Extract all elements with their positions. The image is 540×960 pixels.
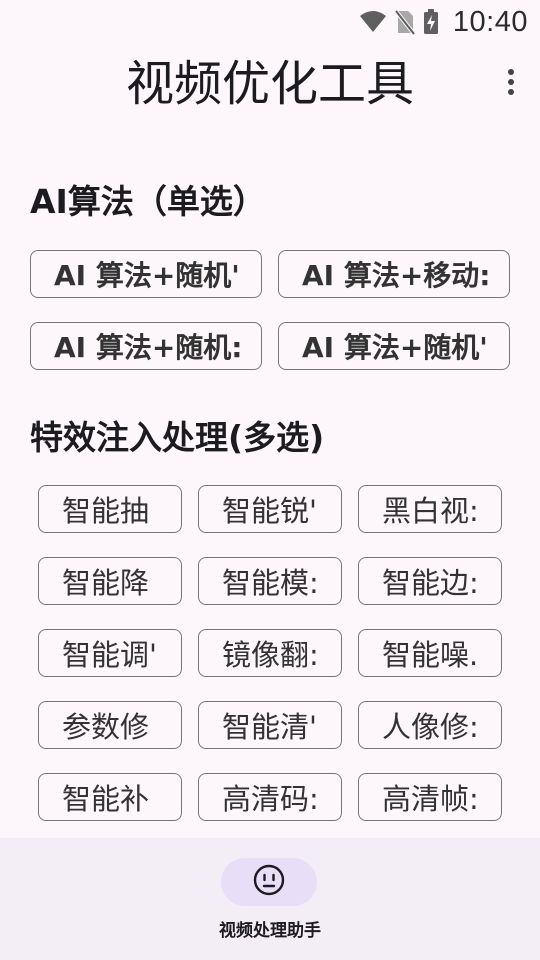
battery-charging-icon: [423, 9, 439, 35]
effect-chip-12[interactable]: 人像修:: [358, 701, 502, 749]
effect-chip-label: 人像修:: [382, 710, 479, 744]
effect-chip-5[interactable]: 智能模:: [198, 557, 342, 605]
wifi-icon: [359, 10, 387, 34]
algorithm-chip-label: AI 算法+随机:: [54, 331, 243, 364]
effect-chip-9[interactable]: 智能噪.: [358, 629, 502, 677]
effect-chip-label: 智能模:: [222, 566, 319, 600]
effect-chip-label: 智能调': [62, 638, 157, 672]
nav-item-label[interactable]: 视频处理助手: [0, 916, 540, 941]
effect-chip-10[interactable]: 参数修: [38, 701, 182, 749]
effect-chip-label: 智能降: [62, 566, 150, 600]
status-icons: 10:40: [359, 4, 528, 40]
effect-chip-label: 镜像翻:: [222, 638, 319, 672]
more-vert-icon[interactable]: [506, 68, 516, 100]
status-bar: 10:40: [0, 0, 540, 44]
effect-chip-14[interactable]: 高清码:: [198, 773, 342, 821]
algorithm-chip-4[interactable]: AI 算法+随机': [278, 322, 510, 370]
effects-section-title: 特效注入处理(多选): [30, 418, 325, 457]
algorithm-chip-label: AI 算法+随机': [302, 331, 488, 364]
algorithm-chip-3[interactable]: AI 算法+随机:: [30, 322, 262, 370]
effect-chip-label: 智能噪.: [382, 638, 479, 672]
nav-item-video-assistant[interactable]: [221, 858, 317, 906]
algorithm-chip-2[interactable]: AI 算法+移动:: [278, 250, 510, 298]
effect-chip-8[interactable]: 镜像翻:: [198, 629, 342, 677]
effect-chip-4[interactable]: 智能降: [38, 557, 182, 605]
algorithm-chip-label: AI 算法+随机': [54, 259, 240, 292]
bottom-navigation-bar: 视频处理助手: [0, 838, 540, 960]
algorithm-chip-1[interactable]: AI 算法+随机': [30, 250, 262, 298]
effect-chip-6[interactable]: 智能边:: [358, 557, 502, 605]
effect-chip-label: 智能锐': [222, 494, 317, 528]
effect-chip-3[interactable]: 黑白视:: [358, 485, 502, 533]
effect-chip-label: 智能清': [222, 710, 317, 744]
effect-chip-label: 高清帧:: [382, 782, 479, 816]
effect-chip-1[interactable]: 智能抽: [38, 485, 182, 533]
effect-chip-15[interactable]: 高清帧:: [358, 773, 502, 821]
effect-chip-13[interactable]: 智能补: [38, 773, 182, 821]
effect-chip-label: 智能抽: [62, 494, 150, 528]
effect-chip-2[interactable]: 智能锐': [198, 485, 342, 533]
effect-chip-label: 智能补: [62, 782, 150, 816]
status-clock: 10:40: [452, 5, 528, 38]
effect-chip-label: 智能边:: [382, 566, 479, 600]
smiley-face-icon[interactable]: [252, 863, 286, 901]
effect-chip-7[interactable]: 智能调': [38, 629, 182, 677]
algorithm-section-title: AI算法（单选）: [30, 182, 266, 221]
algorithm-chip-label: AI 算法+移动:: [302, 259, 491, 292]
effect-chip-label: 黑白视:: [382, 494, 479, 528]
page-title: 视频优化工具: [125, 56, 414, 112]
more-options-button[interactable]: [496, 64, 526, 104]
effect-chip-11[interactable]: 智能清': [198, 701, 342, 749]
effect-chip-label: 高清码:: [222, 782, 319, 816]
effect-chip-label: 参数修: [62, 710, 150, 744]
no-sim-icon: [394, 9, 415, 35]
